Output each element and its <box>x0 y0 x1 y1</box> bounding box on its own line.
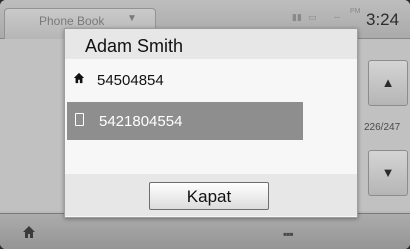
number-row-home[interactable]: 54504854 <box>65 63 305 97</box>
dialog-title: Adam Smith <box>85 36 184 56</box>
infotainment-screen: Phone Book ▼ ▮▮ ▭ -- PM 3:24 ▲ 226/247 ▼… <box>0 0 410 249</box>
home-icon <box>73 72 85 84</box>
number-text: 5421804554 <box>99 113 183 130</box>
number-row-mobile[interactable]: 5421804554 <box>67 102 303 140</box>
close-button[interactable]: Kapat <box>149 182 269 210</box>
dialog-header: Adam Smith <box>65 29 357 59</box>
contact-number-dialog: Adam Smith 54504854 5421804554 Kapat <box>64 28 358 218</box>
mobile-phone-icon <box>75 113 84 129</box>
number-text: 54504854 <box>97 72 164 89</box>
